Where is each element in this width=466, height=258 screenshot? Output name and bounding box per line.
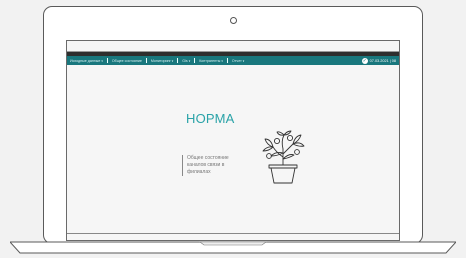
nav-item-contractors[interactable]: Контрагенты ▾: [199, 59, 223, 63]
nav-item-general-status[interactable]: Общее состояние: [112, 59, 142, 63]
nav-item-monitoring[interactable]: Мониторинг ▾: [151, 59, 173, 63]
browser-top-bar: [67, 41, 399, 52]
chevron-down-icon: ▾: [188, 58, 191, 63]
screen: Исходные данные ▾ Общее состояние Монитор…: [66, 40, 400, 241]
potted-plant-icon: [262, 130, 305, 184]
status-description: Общее состояние каналов связи в филиалах: [182, 155, 243, 176]
chevron-down-icon: ▾: [171, 58, 174, 63]
datetime-text: 07.03.2021 | 08: [369, 58, 396, 63]
nav-item-gis[interactable]: Gis ▾: [182, 59, 190, 63]
laptop-base: [10, 241, 456, 254]
chevron-down-icon: ▾: [101, 58, 103, 63]
nav-separator: [194, 58, 196, 63]
nav-items: Исходные данные ▾ Общее состояние Монитор…: [70, 56, 244, 65]
camera-icon: [230, 17, 237, 24]
screen-bottom-divider: [67, 233, 399, 234]
nav-item-report[interactable]: Отчет ▾: [232, 59, 244, 63]
main-navigation: Исходные данные ▾ Общее состояние Монитор…: [67, 56, 399, 65]
nav-item-source-data[interactable]: Исходные данные ▾: [70, 59, 103, 63]
nav-separator: [145, 58, 147, 63]
nav-separator: [106, 58, 108, 63]
status-title: НОРМА: [186, 111, 235, 126]
chevron-down-icon: ▾: [242, 58, 245, 63]
checkmark-circle-icon: ✓: [361, 57, 368, 64]
chevron-down-icon: ▾: [221, 58, 223, 63]
nav-separator: [226, 58, 228, 63]
nav-status-area: ✓ 07.03.2021 | 08: [361, 56, 396, 65]
nav-separator: [177, 58, 179, 63]
